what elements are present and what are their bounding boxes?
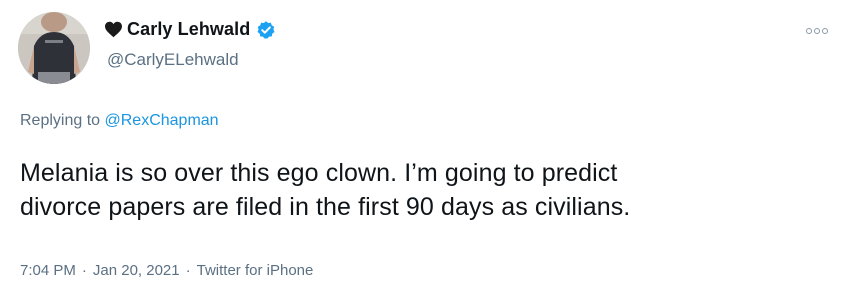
user-handle[interactable]: @CarlyELehwald <box>107 50 239 70</box>
replying-to: Replying to @RexChapman <box>20 112 219 130</box>
author-row: Carly Lehwald <box>104 19 276 40</box>
more-dot <box>806 28 812 34</box>
black-heart-icon <box>105 21 122 38</box>
tweet-source[interactable]: Twitter for iPhone <box>197 262 314 279</box>
meta-separator: · <box>81 262 87 279</box>
tweet-time[interactable]: 7:04 PM <box>20 262 76 279</box>
replying-to-label: Replying to <box>20 112 101 129</box>
more-dot <box>822 28 828 34</box>
avatar-image <box>18 12 90 84</box>
verified-badge-icon <box>257 20 275 39</box>
avatar[interactable] <box>18 12 90 84</box>
display-name[interactable]: Carly Lehwald <box>127 19 250 40</box>
reply-mention-link[interactable]: @RexChapman <box>105 112 219 129</box>
tweet-card: Carly Lehwald @CarlyELehwald Replying to… <box>0 0 850 302</box>
tweet-text: Melania is so over this ego clown. I’m g… <box>20 156 820 224</box>
tweet-text-line: divorce papers are filed in the first 90… <box>20 193 631 221</box>
meta-separator: · <box>185 262 191 279</box>
tweet-meta: 7:04 PM · Jan 20, 2021 · Twitter for iPh… <box>20 262 313 279</box>
more-dot <box>814 28 820 34</box>
tweet-text-line: Melania is so over this ego clown. I’m g… <box>20 159 618 187</box>
tweet-date[interactable]: Jan 20, 2021 <box>93 262 180 279</box>
more-options-icon[interactable] <box>806 28 828 34</box>
